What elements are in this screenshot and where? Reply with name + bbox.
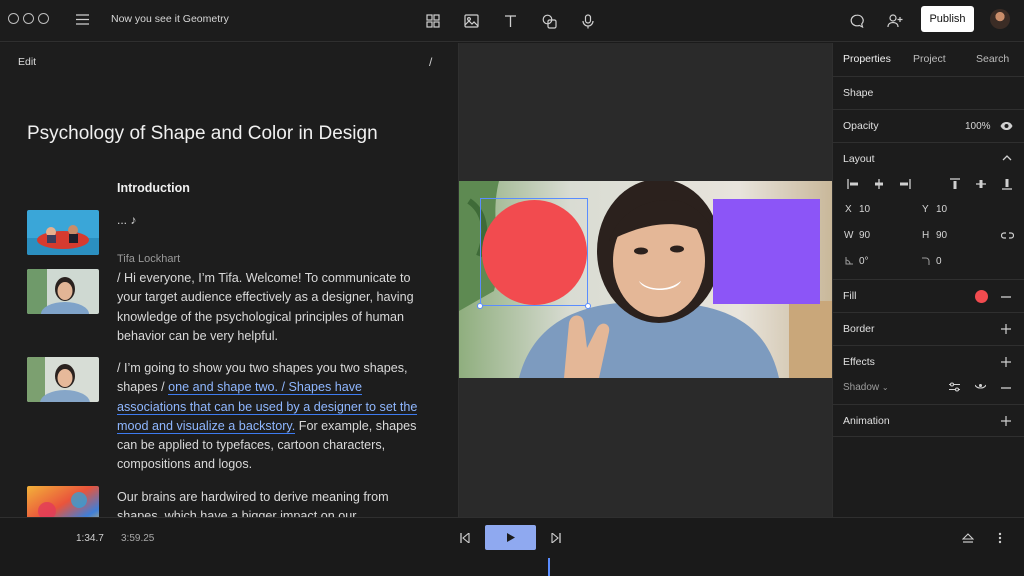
w-label: W (844, 230, 854, 241)
sliders-icon[interactable] (949, 382, 960, 392)
grid-icon[interactable] (423, 11, 443, 31)
tab-project[interactable]: Project (913, 53, 946, 65)
border-section: Border (833, 312, 1024, 345)
rotation-icon (845, 257, 853, 265)
transcript-paragraph-2[interactable]: / I’m going to show you two shapes you t… (117, 359, 429, 475)
shadow-dropdown[interactable]: Shadow ⌄ (843, 382, 889, 393)
chevron-up-icon[interactable] (1002, 155, 1012, 161)
opacity-label: Opacity (843, 120, 879, 132)
section-heading[interactable]: Introduction (117, 181, 190, 195)
add-effect-icon[interactable] (1001, 357, 1011, 367)
y-label: Y (922, 204, 929, 215)
add-user-icon[interactable] (885, 11, 905, 31)
current-time: 1:34.7 (76, 533, 104, 544)
shadow-label: Shadow (843, 382, 880, 393)
tab-properties[interactable]: Properties (843, 53, 891, 65)
fill-section: Fill (833, 279, 1024, 312)
corner-radius-icon (922, 257, 930, 265)
rotation-input[interactable]: 0° (859, 256, 869, 267)
opacity-section: Opacity 100% (833, 109, 1024, 142)
play-button[interactable] (485, 525, 536, 550)
add-animation-icon[interactable] (1001, 416, 1011, 426)
document-title[interactable]: Now you see it Geometry (111, 13, 229, 25)
h-label: H (922, 230, 930, 241)
top-bar: Now you see it Geometry Publish (0, 0, 1024, 42)
scene-thumbnail-1[interactable] (27, 210, 99, 255)
align-center-icon[interactable] (873, 179, 885, 189)
speaker-name[interactable]: Tifa Lockhart (117, 253, 180, 265)
scene-thumbnail-2[interactable] (27, 269, 99, 314)
edit-label[interactable]: Edit (18, 56, 36, 68)
skip-forward-icon[interactable] (551, 533, 561, 543)
timeline-playhead[interactable] (548, 558, 550, 576)
canvas-area[interactable] (459, 43, 832, 517)
align-right-icon[interactable] (899, 179, 911, 189)
document-heading[interactable]: Psychology of Shape and Color in Design (27, 123, 378, 145)
fill-label: Fill (843, 290, 857, 302)
resize-handle[interactable] (585, 303, 591, 309)
shape-label: Shape (843, 87, 874, 99)
shape-section: Shape (833, 76, 1024, 109)
scene-thumbnail-3[interactable] (27, 357, 99, 402)
effects-section: Effects Shadow ⌄ (833, 345, 1024, 404)
skip-back-icon[interactable] (460, 533, 470, 543)
window-controls (8, 13, 49, 24)
animation-label: Animation (843, 415, 890, 427)
properties-tabs: Properties Project Search (833, 43, 1024, 76)
window-minimize-button[interactable] (23, 13, 34, 24)
tab-search[interactable]: Search (976, 53, 1009, 65)
layout-label: Layout (843, 153, 875, 165)
effects-label: Effects (843, 356, 875, 368)
shadow-style-icon[interactable] (975, 384, 986, 390)
chevron-down-icon: ⌄ (881, 383, 889, 392)
eye-icon[interactable] (1000, 121, 1013, 131)
selection-box (480, 198, 588, 306)
more-options-icon[interactable] (998, 532, 1002, 544)
y-input[interactable]: 10 (936, 204, 947, 215)
slash-command-button[interactable]: / (429, 55, 432, 69)
text-icon[interactable] (500, 11, 520, 31)
scene-thumbnail-4[interactable] (27, 486, 99, 517)
transcript-paragraph-1[interactable]: / Hi everyone, I’m Tifa. Welcome! To com… (117, 269, 429, 346)
properties-panel: Properties Project Search Shape Opacity … (832, 43, 1024, 517)
transcript-panel: Edit / Psychology of Shape and Color in … (0, 43, 459, 517)
align-top-icon[interactable] (950, 178, 960, 190)
add-border-icon[interactable] (1001, 324, 1011, 334)
eject-icon[interactable] (962, 533, 974, 543)
layout-section: Layout X 10 Y 10 W 90 H 90 0° 0 (833, 142, 1024, 279)
comment-icon[interactable] (847, 11, 867, 31)
w-input[interactable]: 90 (859, 230, 870, 241)
x-input[interactable]: 10 (859, 204, 870, 215)
video-preview[interactable] (459, 181, 832, 378)
align-left-icon[interactable] (847, 179, 859, 189)
remove-fill-icon[interactable] (1001, 296, 1011, 298)
user-avatar[interactable] (990, 9, 1010, 29)
align-bottom-icon[interactable] (1002, 178, 1012, 190)
publish-button[interactable]: Publish (921, 6, 974, 32)
corner-radius-input[interactable]: 0 (936, 256, 942, 267)
align-middle-icon[interactable] (976, 178, 986, 190)
fill-color-swatch[interactable] (975, 290, 988, 303)
link-icon[interactable] (1001, 232, 1014, 239)
opacity-value[interactable]: 100% (965, 121, 991, 132)
menu-icon[interactable] (76, 14, 89, 25)
border-label: Border (843, 323, 875, 335)
window-close-button[interactable] (8, 13, 19, 24)
microphone-icon[interactable] (578, 11, 598, 31)
image-icon[interactable] (461, 11, 481, 31)
play-icon (506, 533, 515, 542)
x-label: X (845, 204, 852, 215)
animation-section: Animation (833, 404, 1024, 437)
shapes-icon[interactable] (539, 11, 559, 31)
transcript-paragraph-3[interactable]: Our brains are hardwired to derive meani… (117, 488, 429, 517)
transport-bar: 1:34.7 3:59.25 (0, 517, 1024, 576)
resize-handle[interactable] (477, 303, 483, 309)
transcript-line[interactable]: ... ♪ (117, 213, 136, 227)
h-input[interactable]: 90 (936, 230, 947, 241)
purple-square-shape[interactable] (713, 199, 820, 304)
window-maximize-button[interactable] (38, 13, 49, 24)
remove-shadow-icon[interactable] (1001, 387, 1011, 389)
total-time: 3:59.25 (121, 533, 155, 544)
